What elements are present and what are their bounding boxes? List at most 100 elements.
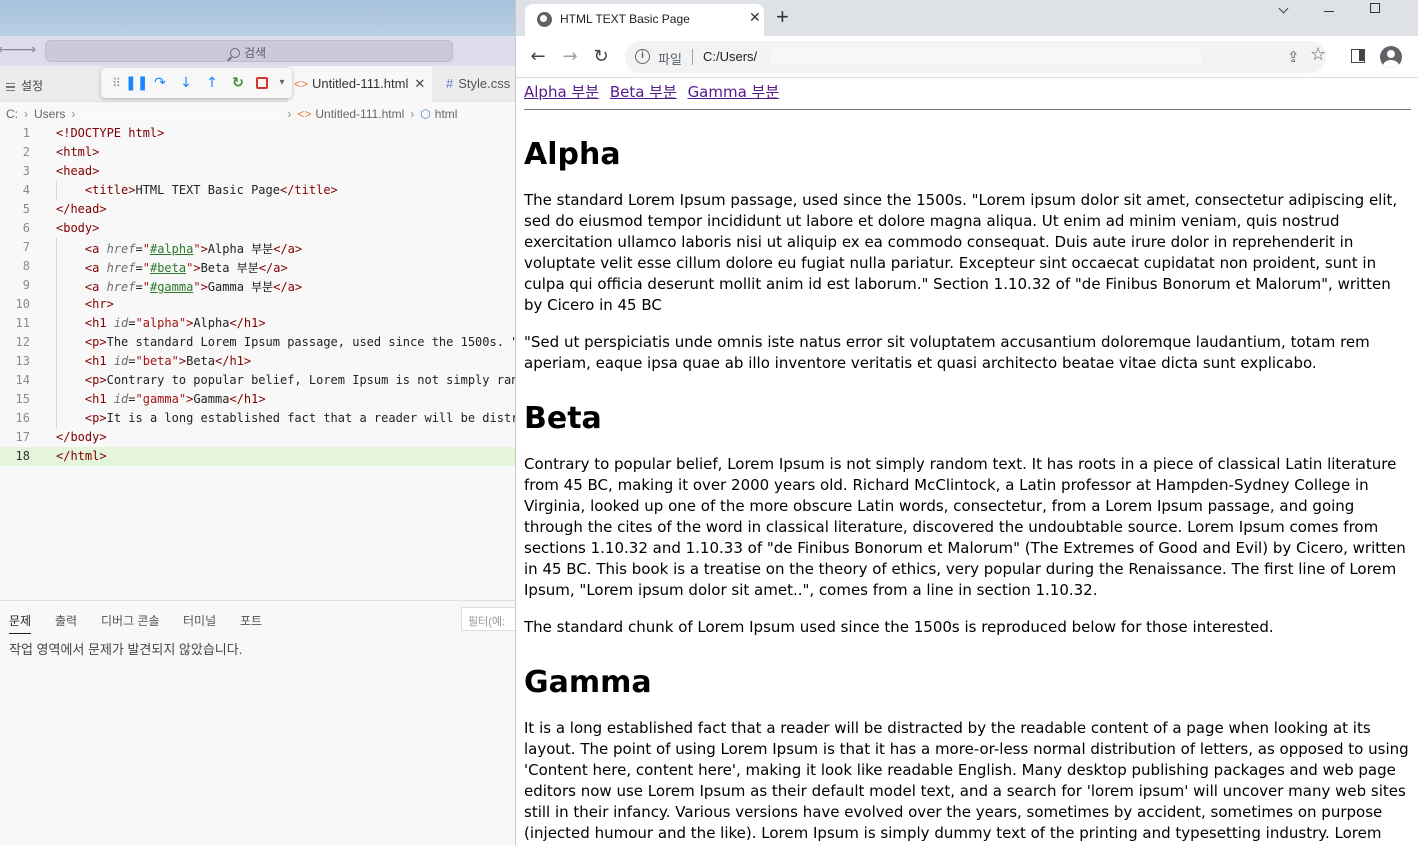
restart-icon[interactable]: ↻ — [229, 74, 247, 92]
share-icon[interactable]: ⇪ — [1287, 48, 1300, 66]
code-line: 9 <a href="#gamma">Gamma 부분</a> — [22, 276, 303, 295]
link-gamma[interactable]: Gamma 부분 — [688, 83, 780, 101]
code-line: 13 <h1 id="beta">Beta</h1> — [0, 352, 515, 371]
tab-ports[interactable]: 포트 — [240, 612, 262, 629]
debug-toolbar: ⠿ ❚❚ ↷ ↓ ↑ ↻ ▾ — [101, 68, 292, 98]
breadcrumb-drive[interactable]: C: — [6, 107, 18, 121]
tab-output[interactable]: 출력 — [55, 612, 77, 629]
code-line: 5 </head> — [22, 202, 107, 216]
tab-untitled-111-html[interactable]: <> Untitled-111.html ✕ — [288, 66, 432, 102]
minimize-icon — [1324, 11, 1334, 12]
close-tab-icon[interactable]: ✕ — [749, 10, 761, 26]
tab-debug-console[interactable]: 디버그 콘솔 — [101, 612, 160, 629]
url-scheme-label: 파일 — [658, 52, 682, 67]
search-icon — [230, 48, 240, 58]
pause-icon[interactable]: ❚❚ — [125, 74, 148, 92]
info-icon[interactable]: i — [635, 49, 650, 64]
chevron-down-icon[interactable]: ▾ — [273, 74, 291, 92]
page-content: Alpha 부분 Beta 부분 Gamma 부분 Alpha The stan… — [516, 78, 1418, 845]
browser-toolbar: ← → ↻ i 파일 C:/Users/ ⇪ ☆ — [516, 36, 1418, 78]
code-line: 16 <p>It is a long established fact that… — [0, 409, 515, 428]
code-editor[interactable]: 1 <!DOCTYPE html> 2 <html> 3 <head> 4 <titl… — [0, 124, 515, 600]
horizontal-rule — [524, 109, 1411, 110]
code-line: 11 <h1 id="alpha">Alpha</h1> — [0, 314, 515, 333]
paragraph: The standard chunk of Lorem Ipsum used s… — [524, 618, 1274, 636]
paragraph: "Sed ut perspiciatis unde omnis iste nat… — [524, 333, 1370, 372]
breadcrumb-element[interactable]: html — [435, 107, 458, 121]
maximize-button[interactable] — [1352, 0, 1398, 30]
paragraph: Contrary to popular belief, Lorem Ipsum … — [524, 455, 1406, 599]
vscode-command-bar: ⟵ ⟶ 검색 — [0, 36, 515, 66]
new-tab-button[interactable]: + — [776, 4, 789, 30]
paragraph: The standard Lorem Ipsum passage, used s… — [524, 191, 1398, 314]
close-icon[interactable]: ✕ — [414, 76, 425, 91]
html-file-icon: <> — [297, 107, 312, 121]
reload-button[interactable]: ↻ — [590, 46, 612, 68]
code-line: 15 <h1 id="gamma">Gamma</h1> — [0, 390, 515, 409]
code-line: 4 <title>HTML TEXT Basic Page</title> — [0, 181, 515, 200]
code-line: 10 <hr> — [0, 295, 515, 314]
back-button[interactable]: ← — [527, 46, 549, 68]
page-nav: Alpha 부분 Beta 부분 Gamma 부분 — [524, 83, 1411, 102]
settings-list-icon — [6, 83, 15, 91]
heading-beta: Beta — [524, 401, 602, 436]
chrome-window: HTML TEXT Basic Page ✕ + ← → ↻ i 파일 C:/U… — [515, 0, 1418, 845]
tab-title: HTML TEXT Basic Page — [560, 12, 690, 26]
step-over-icon[interactable]: ↷ — [151, 74, 169, 92]
search-label: 검색 — [244, 46, 267, 60]
code-line-current: 18 </html> — [0, 447, 515, 466]
breadcrumb-file[interactable]: Untitled-111.html — [315, 107, 404, 121]
step-into-icon[interactable]: ↓ — [177, 74, 195, 92]
profile-avatar[interactable] — [1380, 46, 1402, 68]
side-panel-icon[interactable] — [1351, 49, 1365, 63]
code-line: 17 </body> — [15, 430, 107, 444]
tab-label: Style.css — [458, 76, 511, 91]
problems-filter-input[interactable]: 필터(예: — [461, 607, 515, 631]
step-out-icon[interactable]: ↑ — [203, 74, 221, 92]
maximize-icon — [1370, 3, 1380, 13]
vscode-titlebar — [0, 0, 515, 36]
link-alpha[interactable]: Alpha 부분 — [524, 83, 599, 101]
settings-tab[interactable]: 설정 — [6, 77, 43, 94]
divider — [692, 49, 693, 65]
forward-button[interactable]: → — [559, 46, 581, 68]
tab-search-button[interactable] — [1260, 0, 1306, 30]
link-beta[interactable]: Beta 부분 — [610, 83, 677, 101]
code-line: 6 <body> — [22, 221, 100, 235]
problems-message: 작업 영역에서 문제가 발견되지 않았습니다. — [9, 642, 243, 657]
code-line: 7 <a href="#alpha">Alpha 부분</a> — [22, 238, 303, 257]
address-bar[interactable]: i 파일 C:/Users/ ⇪ — [625, 41, 1326, 73]
nav-forward-icon[interactable]: ⟶ — [16, 42, 36, 58]
element-icon: ⬡ — [420, 107, 431, 121]
settings-tab-label: 설정 — [21, 79, 44, 93]
code-line: 14 <p>Contrary to popular belief, Lorem … — [0, 371, 515, 390]
code-line: 2 <html> — [22, 145, 100, 159]
tab-terminal[interactable]: 터미널 — [183, 612, 216, 629]
minimize-button[interactable] — [1306, 0, 1352, 30]
tab-style-css[interactable]: # Style.css — [440, 66, 515, 102]
globe-icon — [537, 12, 552, 27]
breadcrumb: C: › Users › › <> Untitled-111.html › ⬡ html — [6, 107, 458, 121]
tab-strip: HTML TEXT Basic Page ✕ + — [516, 0, 1418, 36]
drag-handle-icon[interactable]: ⠿ — [107, 74, 125, 92]
css-file-icon: # — [446, 76, 454, 91]
bookmark-star-icon[interactable]: ☆ — [1310, 44, 1326, 65]
tab-problems[interactable]: 문제 — [9, 612, 32, 634]
code-line: 3 <head> — [22, 164, 100, 178]
tab-label: Untitled-111.html — [312, 76, 409, 91]
url-text[interactable]: C:/Users/ — [703, 49, 757, 64]
chevron-down-icon — [1278, 3, 1288, 14]
html-file-icon: <> — [294, 77, 309, 91]
breadcrumb-users[interactable]: Users — [34, 107, 65, 121]
code-line: 1 <!DOCTYPE html> — [22, 126, 165, 140]
vscode-window: ⟵ ⟶ 검색 설정 <> Untitled-111.html ✕ # Style.cs… — [0, 0, 515, 845]
paragraph: It is a long established fact that a rea… — [524, 719, 1409, 842]
command-center-search[interactable]: 검색 — [45, 40, 453, 62]
bottom-panel: 문제 출력 디버그 콘솔 터미널 포트 필터(예: 작업 영역에서 문제가 발견… — [0, 600, 515, 845]
browser-tab[interactable]: HTML TEXT Basic Page ✕ — [525, 4, 764, 36]
stop-icon[interactable] — [256, 77, 268, 89]
code-line: 12 <p>The standard Lorem Ipsum passage, … — [0, 333, 515, 352]
heading-alpha: Alpha — [524, 137, 621, 172]
heading-gamma: Gamma — [524, 665, 652, 700]
redacted-url — [771, 49, 1201, 64]
